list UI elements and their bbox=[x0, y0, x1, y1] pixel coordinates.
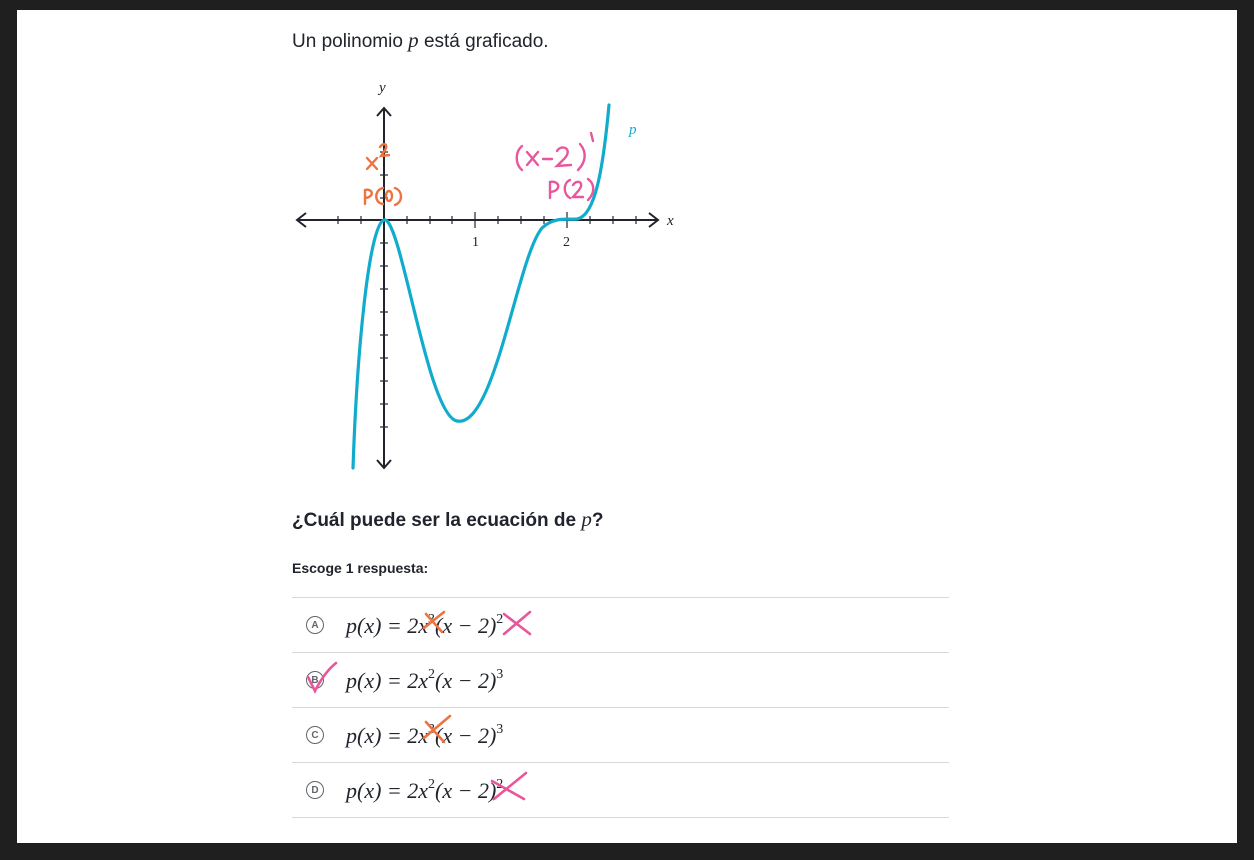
choice-c-factor: (x − 2) bbox=[435, 722, 497, 748]
x-axis-label: x bbox=[666, 213, 674, 229]
polynomial-curve bbox=[351, 103, 611, 470]
y-axis-label: y bbox=[377, 80, 386, 96]
x-tick-label-1: 1 bbox=[472, 235, 479, 250]
choice-d-exp1: 2 bbox=[428, 776, 436, 792]
exercise-panel: Un polinomio p está graficado. 1 2 x y p… bbox=[17, 10, 1237, 843]
choice-b-lhs: p(x) = 2 bbox=[346, 667, 419, 693]
answer-choices: A p(x) = 2x3(x − 2)2 B p(x) = 2x2(x − 2)… bbox=[292, 597, 949, 818]
x-axis bbox=[295, 212, 660, 228]
question-text: ¿Cuál puede ser la ecuación de p? bbox=[292, 507, 603, 532]
choice-c-lhs: p(x) = 2 bbox=[346, 722, 419, 748]
instruction-text: Escoge 1 respuesta: bbox=[292, 560, 429, 576]
x-tick-label-2: 2 bbox=[563, 235, 570, 250]
choice-a-lhs: p(x) = 2 bbox=[346, 612, 419, 638]
choice-d-base: x bbox=[418, 777, 429, 803]
choice-d[interactable]: D p(x) = 2x2(x − 2)2 bbox=[292, 763, 949, 818]
choice-d-letter[interactable]: D bbox=[306, 781, 324, 799]
choice-b-factor: (x − 2) bbox=[435, 667, 497, 693]
choice-d-equation: p(x) = 2x2(x − 2)2 bbox=[346, 771, 528, 804]
handwritten-p-two bbox=[548, 177, 595, 202]
choice-d-factor: (x − 2) bbox=[435, 777, 497, 803]
handwritten-x-minus-2 bbox=[515, 131, 595, 172]
choice-b-base: x bbox=[418, 667, 429, 693]
choice-b-exp1: 2 bbox=[428, 666, 436, 682]
choice-a[interactable]: A p(x) = 2x3(x − 2)2 bbox=[292, 598, 949, 653]
choice-a-equation: p(x) = 2x3(x − 2)2 bbox=[346, 610, 532, 639]
choice-a-exp2: 2 bbox=[496, 611, 504, 627]
choice-c[interactable]: C p(x) = 2x3(x − 2)3 bbox=[292, 708, 949, 763]
question-text-end: ? bbox=[591, 510, 604, 531]
choice-b-exp2: 3 bbox=[496, 666, 504, 682]
choice-c-letter[interactable]: C bbox=[306, 726, 324, 744]
choice-a-base: x bbox=[418, 612, 429, 638]
choice-c-exp1: 3 bbox=[428, 721, 436, 737]
choice-a-letter[interactable]: A bbox=[306, 616, 324, 634]
polynomial-graph: 1 2 x y p bbox=[295, 80, 674, 470]
question-variable: p bbox=[581, 507, 592, 531]
choice-d-exp2: 2 bbox=[496, 776, 504, 792]
choice-a-exp1: 3 bbox=[428, 611, 436, 627]
question-text-main: ¿Cuál puede ser la ecuación de bbox=[292, 510, 582, 531]
choice-d-lhs: p(x) = 2 bbox=[346, 777, 419, 803]
choice-c-equation: p(x) = 2x3(x − 2)3 bbox=[346, 714, 504, 749]
choice-b[interactable]: B p(x) = 2x2(x − 2)3 bbox=[292, 653, 949, 708]
choice-c-exp2: 3 bbox=[496, 721, 504, 737]
choice-a-factor: (x − 2) bbox=[435, 612, 497, 638]
choice-b-letter[interactable]: B bbox=[306, 671, 324, 689]
choice-b-equation: p(x) = 2x2(x − 2)3 bbox=[346, 667, 503, 694]
handwritten-x-squared bbox=[365, 142, 391, 171]
curve-label: p bbox=[628, 122, 637, 138]
choice-c-base: x bbox=[418, 722, 429, 748]
y-axis bbox=[376, 106, 392, 470]
